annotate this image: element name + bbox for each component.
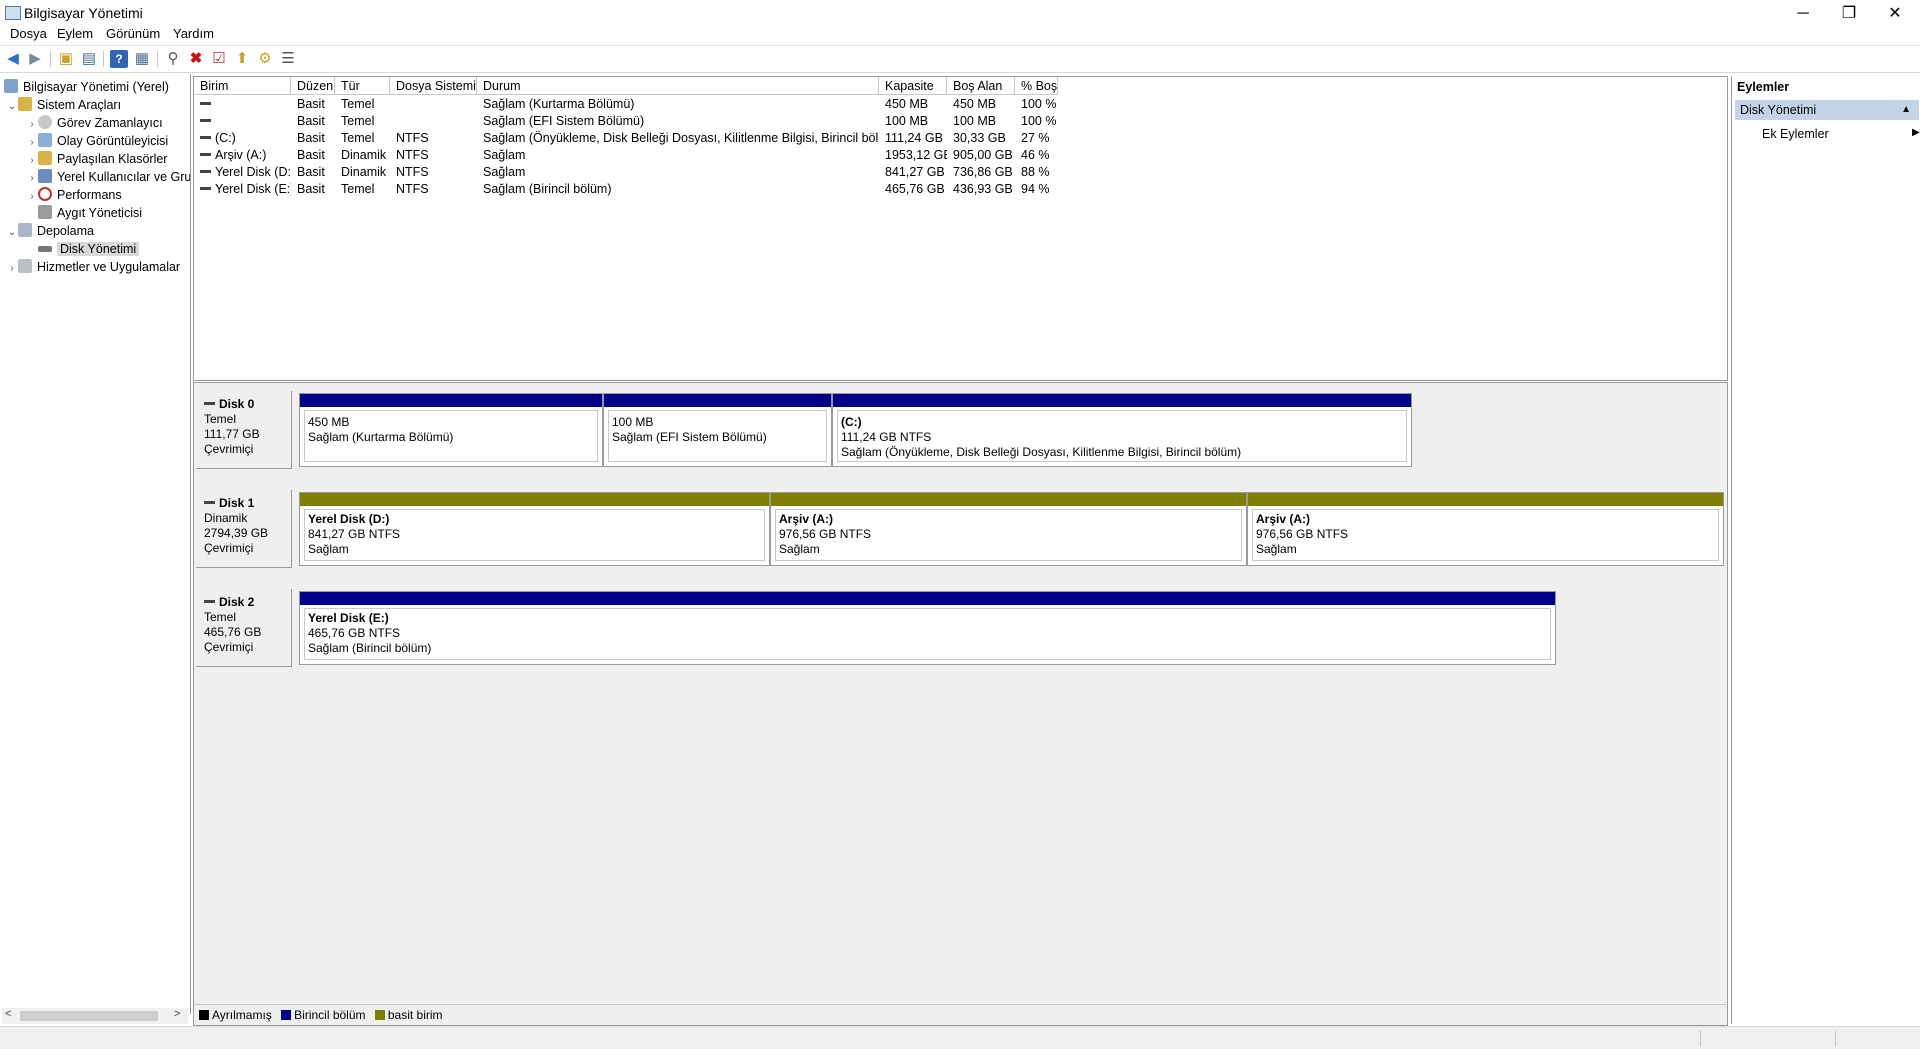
tree-horizontal-scrollbar[interactable]: < > xyxy=(2,1008,188,1024)
computer-management-icon xyxy=(5,6,21,20)
tree-performans[interactable]: › Performans xyxy=(26,186,122,204)
disk-icon xyxy=(204,501,215,504)
computer-icon xyxy=(4,79,18,93)
column-dosya-sistemi[interactable]: Dosya Sistemi xyxy=(390,77,477,95)
window-title: Bilgisayar Yönetimi xyxy=(24,5,143,21)
clock-icon xyxy=(38,115,52,129)
menu-yardim[interactable]: Yardım xyxy=(173,26,214,41)
disk-graphical-view: Disk 0 Temel 111,77 GB Çevrimiçi 450 MB … xyxy=(193,382,1728,1026)
column-tur[interactable]: Tür xyxy=(335,77,390,95)
tree-gorev-zamanlayici[interactable]: › Görev Zamanlayıcı xyxy=(26,114,163,132)
tree-paylasilan-klasorler[interactable]: › Paylaşılan Klasörler xyxy=(26,150,167,168)
back-arrow-icon[interactable]: ◀ xyxy=(4,50,22,68)
device-manager-icon xyxy=(38,205,52,219)
menu-eylem[interactable]: Eylem xyxy=(57,26,93,41)
volume-icon xyxy=(200,136,211,139)
partition-a-1[interactable]: Arşiv (A:) 976,56 GB NTFS Sağlam xyxy=(770,492,1247,566)
status-bar xyxy=(0,1026,1920,1049)
folder-up-icon[interactable]: ⬆ xyxy=(233,50,251,68)
disk-icon xyxy=(38,246,52,252)
tree-yerel-kullanicilar[interactable]: › Yerel Kullanıcılar ve Gru xyxy=(26,168,190,186)
tree-root[interactable]: Bilgisayar Yönetimi (Yerel) xyxy=(4,78,169,96)
submenu-arrow-icon: ▶ xyxy=(1912,127,1920,138)
tree-olay-goruntuleyicisi[interactable]: › Olay Görüntüleyicisi xyxy=(26,132,168,150)
partition-efi[interactable]: 100 MB Sağlam (EFI Sistem Bölümü) xyxy=(603,393,832,467)
chevron-down-icon[interactable]: ⌄ xyxy=(6,224,18,242)
tree-depolama[interactable]: ⌄ Depolama xyxy=(6,222,94,240)
volume-list: Birim Düzen Tür Dosya Sistemi Durum Kapa… xyxy=(193,76,1728,381)
menu-dosya[interactable]: Dosya xyxy=(10,26,47,41)
disk-1-label[interactable]: Disk 1 Dinamik 2794,39 GB Çevrimiçi xyxy=(196,490,292,568)
tools-icon xyxy=(18,97,32,111)
partition-e[interactable]: Yerel Disk (E:) 465,76 GB NTFS Sağlam (B… xyxy=(299,591,1556,665)
actions-section-disk-yonetimi[interactable]: Disk Yönetimi ▲ xyxy=(1735,100,1919,120)
volume-icon xyxy=(200,170,211,173)
column-kapasite[interactable]: Kapasite xyxy=(879,77,947,95)
chevron-down-icon[interactable]: ⌄ xyxy=(6,98,18,116)
partition-c[interactable]: (C:) 111,24 GB NTFS Sağlam (Önyükleme, D… xyxy=(832,393,1412,467)
disk-2-label[interactable]: Disk 2 Temel 465,76 GB Çevrimiçi xyxy=(196,589,292,667)
event-viewer-icon xyxy=(38,133,52,147)
chevron-right-icon[interactable]: › xyxy=(6,260,18,278)
connect-drive-icon[interactable]: ⚲ xyxy=(164,50,182,68)
services-icon xyxy=(18,259,32,273)
legend-unallocated-swatch xyxy=(199,1010,209,1020)
tree-hizmetler[interactable]: › Hizmetler ve Uygulamalar xyxy=(6,258,180,276)
volume-icon xyxy=(200,102,211,105)
partition-d[interactable]: Yerel Disk (D:) 841,27 GB NTFS Sağlam xyxy=(299,492,770,566)
legend-primary-swatch xyxy=(281,1010,292,1020)
disk-icon xyxy=(204,600,215,603)
column-duzen[interactable]: Düzen xyxy=(291,77,335,95)
folder-search-icon[interactable]: ⚙ xyxy=(256,50,274,68)
actions-pane: Eylemler Disk Yönetimi ▲ Ek Eylemler ▶ xyxy=(1731,76,1920,1024)
volume-icon xyxy=(200,187,211,190)
volume-icon xyxy=(200,153,211,156)
properties-view-icon[interactable]: ▦ xyxy=(133,50,151,68)
disk-icon xyxy=(204,402,215,405)
partition-recovery[interactable]: 450 MB Sağlam (Kurtarma Bölümü) xyxy=(299,393,603,467)
column-bos-alan[interactable]: Boş Alan xyxy=(947,77,1015,95)
scroll-right-icon[interactable]: > xyxy=(174,1008,180,1020)
scroll-left-icon[interactable]: < xyxy=(5,1008,11,1020)
legend: Ayrılmamış Birincil bölüm basit birim xyxy=(193,1004,1726,1025)
storage-icon xyxy=(18,223,32,237)
show-hide-tree-icon[interactable]: ▤ xyxy=(80,50,98,68)
column-yuzde-bos[interactable]: % Boş xyxy=(1015,77,1058,95)
navigation-tree: Bilgisayar Yönetimi (Yerel) ⌄ Sistem Araç… xyxy=(0,74,191,1014)
check-icon[interactable]: ☑ xyxy=(210,50,228,68)
forward-arrow-icon[interactable]: ▶ xyxy=(26,50,44,68)
actions-header: Eylemler xyxy=(1737,80,1790,94)
scroll-thumb[interactable] xyxy=(20,1011,158,1021)
tree-disk-yonetimi[interactable]: Disk Yönetimi xyxy=(26,240,140,258)
menu-bar: Dosya Eylem Görünüm Yardım xyxy=(0,24,1920,44)
disk-0-label[interactable]: Disk 0 Temel 111,77 GB Çevrimiçi xyxy=(196,391,292,469)
shared-folder-icon xyxy=(38,151,52,165)
help-icon[interactable]: ? xyxy=(110,50,128,68)
tree-sistem-araclari[interactable]: ⌄ Sistem Araçları xyxy=(6,96,121,114)
legend-simple-swatch xyxy=(374,1010,385,1020)
users-icon xyxy=(38,169,52,183)
list-view-icon[interactable]: ☰ xyxy=(279,50,297,68)
more-actions-item[interactable]: Ek Eylemler ▶ xyxy=(1762,127,1920,141)
up-folder-icon[interactable]: ▣ xyxy=(57,50,75,68)
collapse-up-icon[interactable]: ▲ xyxy=(1901,100,1911,120)
partition-a-2[interactable]: Arşiv (A:) 976,56 GB NTFS Sağlam xyxy=(1247,492,1724,566)
tree-aygit-yoneticisi[interactable]: Aygıt Yöneticisi xyxy=(26,204,142,222)
menu-gorunum[interactable]: Görünüm xyxy=(106,26,160,41)
performance-icon xyxy=(38,187,52,201)
toolbar: ◀ ▶ ▣ ▤ ? ▦ ⚲ ✖ ☑ ⬆ ⚙ ☰ xyxy=(0,45,1920,73)
volume-icon xyxy=(200,119,211,122)
column-birim[interactable]: Birim xyxy=(194,77,291,95)
column-durum[interactable]: Durum xyxy=(477,77,879,95)
delete-icon[interactable]: ✖ xyxy=(187,50,205,68)
